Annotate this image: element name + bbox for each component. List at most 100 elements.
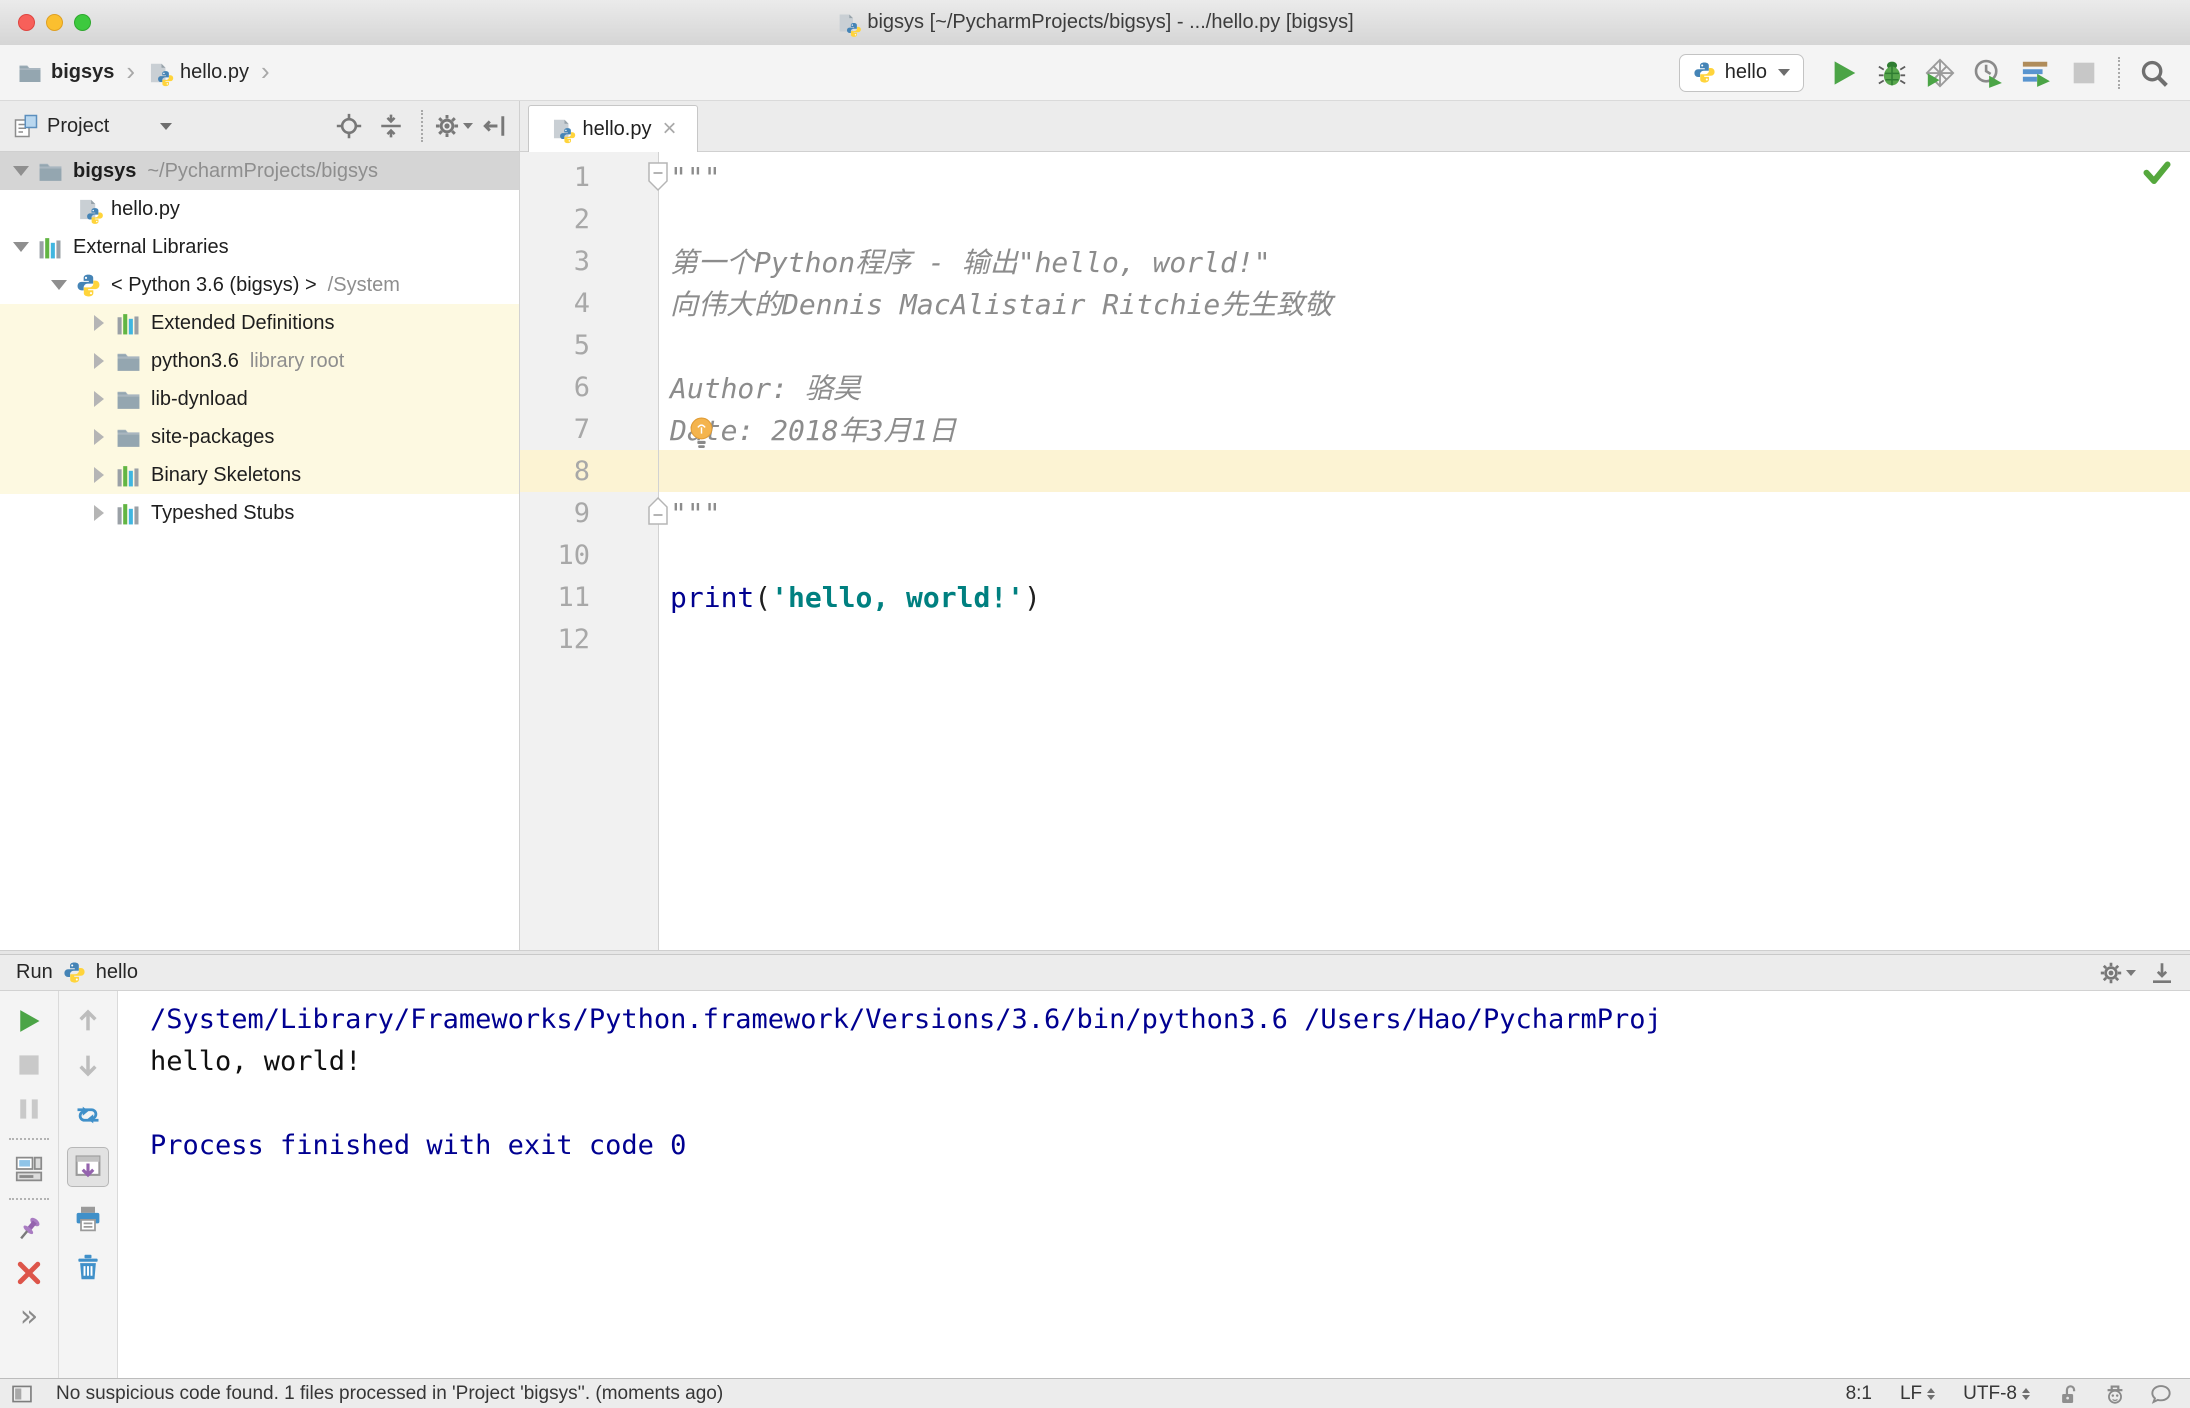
event-bubble-button[interactable]	[2150, 1383, 2172, 1405]
lock-open-button[interactable]	[2058, 1383, 2080, 1405]
chevron-right-icon[interactable]	[90, 504, 108, 522]
intention-bulb-icon[interactable]	[688, 416, 715, 452]
chevron-right-icon[interactable]	[90, 390, 108, 408]
chevron-right-icon[interactable]	[90, 314, 108, 332]
line-number[interactable]: 1	[520, 162, 590, 193]
chevron-right-icon[interactable]	[90, 428, 108, 446]
line-number[interactable]: 4	[520, 288, 590, 319]
code-text[interactable]: 第一个Python程序 - 输出"hello, world!"	[590, 241, 1271, 281]
tree-item-binary-skeletons[interactable]: Binary Skeletons	[0, 456, 519, 494]
settings-button[interactable]	[2099, 961, 2136, 985]
line-number[interactable]: 8	[520, 456, 590, 487]
concurrency-diagram-button[interactable]	[2016, 54, 2056, 92]
up-button[interactable]	[71, 1003, 105, 1035]
rerun-button[interactable]	[12, 1005, 46, 1037]
line-number[interactable]: 2	[520, 204, 590, 235]
line-number[interactable]: 7	[520, 414, 590, 445]
zoom-window-button[interactable]	[74, 14, 91, 31]
line-number[interactable]: 10	[520, 540, 590, 571]
code-text[interactable]: print('hello, world!')	[590, 581, 1041, 614]
caret-position-widget[interactable]: 8:1	[1846, 1383, 1872, 1405]
close-window-button[interactable]	[18, 14, 35, 31]
close-button[interactable]	[12, 1257, 46, 1289]
code-line-5: 5	[520, 324, 2190, 366]
stop-button[interactable]	[2064, 54, 2104, 92]
chevron-down-icon[interactable]	[50, 276, 68, 294]
line-number[interactable]: 5	[520, 330, 590, 361]
status-message: No suspicious code found. 1 files proces…	[56, 1382, 724, 1404]
breadcrumb-project[interactable]: bigsys	[51, 61, 114, 84]
minimize-window-button[interactable]	[46, 14, 63, 31]
toolwindow-toggle-button[interactable]	[10, 1382, 34, 1406]
locate-button[interactable]	[331, 108, 367, 144]
tree-item-label: bigsys	[73, 159, 137, 182]
code-editor[interactable]: 1 """ 2 3 第一个Python程序 - 输出"hello, world!" 4 向伟…	[520, 152, 2190, 950]
line-number[interactable]: 12	[520, 624, 590, 655]
tree-item-hello-py[interactable]: hello.py	[0, 190, 519, 228]
lock-open-icon	[2058, 1383, 2080, 1405]
run-main-toolbar: »	[0, 991, 59, 1378]
tab-hello-py[interactable]: hello.py ×	[528, 105, 698, 152]
inspections-profile-button[interactable]	[2104, 1383, 2126, 1405]
chevron-down-icon[interactable]	[12, 162, 30, 180]
line-number[interactable]: 9	[520, 498, 590, 529]
run-configuration-selector[interactable]: hello	[1678, 53, 1804, 92]
profiler-button[interactable]	[1968, 54, 2008, 92]
chevron-down-icon[interactable]	[160, 122, 173, 130]
pin-button[interactable]	[12, 1213, 46, 1245]
stop-disabled-button[interactable]	[12, 1049, 46, 1081]
down-button[interactable]	[71, 1051, 105, 1083]
run-button[interactable]	[1824, 54, 1864, 92]
more-button[interactable]: »	[12, 1301, 46, 1333]
panel-header-row: Project hello.py ×	[0, 100, 2190, 152]
code-text[interactable]: Author: 骆昊	[590, 367, 861, 407]
hide-down-button[interactable]	[2150, 961, 2174, 985]
search-button[interactable]	[2134, 54, 2174, 92]
line-number[interactable]: 6	[520, 372, 590, 403]
settings-button[interactable]	[435, 108, 473, 144]
stop-icon	[2069, 58, 2099, 88]
event-bubble-icon	[2150, 1383, 2172, 1405]
line-separator-widget[interactable]: LF	[1900, 1383, 1936, 1405]
project-panel-title[interactable]: Project	[47, 115, 109, 138]
fold-region-end-icon[interactable]	[647, 496, 669, 526]
hide-button[interactable]	[477, 108, 513, 144]
debug-button[interactable]	[1872, 54, 1912, 92]
code-text[interactable]: Date: 2018年3月1日	[590, 409, 956, 449]
fold-region-start-icon[interactable]	[647, 162, 669, 192]
chevron-right-icon[interactable]	[90, 466, 108, 484]
tree-item-suffix: ~/PycharmProjects/bigsys	[147, 159, 378, 182]
soft-wrap-icon	[74, 1101, 102, 1129]
soft-wrap-button[interactable]	[71, 1099, 105, 1131]
run-console-output[interactable]: /System/Library/Frameworks/Python.framew…	[118, 991, 2190, 1378]
chevron-down-icon[interactable]	[12, 238, 30, 256]
tree-item-site-packages[interactable]: site-packages	[0, 418, 519, 456]
tree-item-lib-dynload[interactable]: lib-dynload	[0, 380, 519, 418]
close-tab-icon[interactable]: ×	[662, 117, 676, 141]
tree-item-python-3-6-bigsys[interactable]: < Python 3.6 (bigsys) > /System	[0, 266, 519, 304]
breadcrumb-file[interactable]: hello.py	[180, 61, 249, 84]
clear-button[interactable]	[71, 1251, 105, 1283]
tree-item-bigsys[interactable]: bigsys ~/PycharmProjects/bigsys	[0, 152, 519, 190]
tree-item-python3-6[interactable]: python3.6 library root	[0, 342, 519, 380]
run-with-coverage-button[interactable]	[1920, 54, 1960, 92]
tree-item-extended-definitions[interactable]: Extended Definitions	[0, 304, 519, 342]
line-number[interactable]: 3	[520, 246, 590, 277]
chevron-right-icon[interactable]	[90, 352, 108, 370]
restore-layout-button[interactable]	[12, 1153, 46, 1185]
hide-icon	[482, 113, 508, 139]
encoding-widget[interactable]: UTF-8	[1963, 1383, 2030, 1405]
folder-icon	[116, 349, 141, 374]
code-line-4: 4 向伟大的Dennis MacAlistair Ritchie先生致敬	[520, 282, 2190, 324]
scroll-end-button[interactable]	[67, 1147, 109, 1187]
run-panel-title[interactable]: Run	[16, 961, 53, 984]
tree-item-external-libraries[interactable]: External Libraries	[0, 228, 519, 266]
project-tree: bigsys ~/PycharmProjects/bigsys hello.py Ex…	[0, 152, 520, 950]
line-number[interactable]: 11	[520, 582, 590, 613]
tree-item-typeshed-stubs[interactable]: Typeshed Stubs	[0, 494, 519, 532]
pause-button[interactable]	[12, 1093, 46, 1125]
print-button[interactable]	[71, 1203, 105, 1235]
code-text[interactable]: 向伟大的Dennis MacAlistair Ritchie先生致敬	[590, 283, 1332, 323]
collapse-all-button[interactable]	[373, 108, 409, 144]
clear-icon	[74, 1253, 102, 1281]
